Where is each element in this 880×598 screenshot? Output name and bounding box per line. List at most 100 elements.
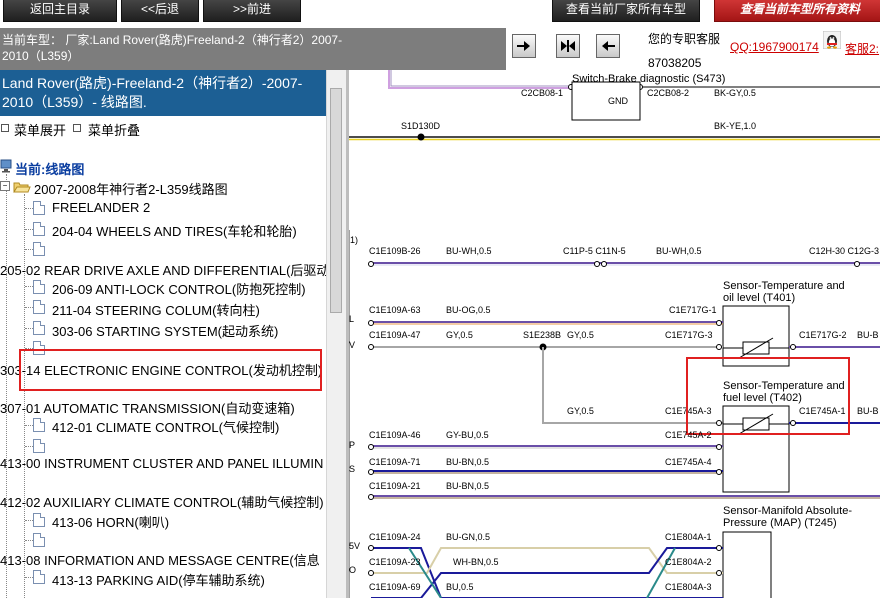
customer-service-label: 您的专职客服 [648, 32, 721, 46]
connector-pin [716, 320, 722, 326]
tree-item-label: 204-04 WHEELS AND TIRES(车轮和轮胎) [52, 224, 297, 239]
tree-item-13[interactable]: 412-02 AUXILIARY CLIMATE CONTROL(辅助气候控制) [0, 492, 324, 511]
connector-pin [368, 469, 374, 475]
document-icon [33, 280, 45, 294]
tree-item-3[interactable]: 205-02 REAR DRIVE AXLE AND DIFFERENTIAL(… [0, 260, 329, 279]
collapse-icon [73, 124, 81, 132]
view-current-model-docs-button[interactable]: 查看当前车型所有资料 [714, 0, 880, 22]
tree-item-label: 211-04 STEERING COLUM(转向柱) [52, 303, 260, 318]
connector-label: C1E109A-46 [369, 430, 421, 440]
splice-point [417, 133, 425, 141]
wire-label: BU-WH,0.5 [446, 246, 492, 256]
tree-item-9[interactable]: 307-01 AUTOMATIC TRANSMISSION(自动变速箱) [0, 398, 295, 417]
expand-icon [1, 124, 9, 132]
pin-label: P [349, 440, 355, 450]
tree-item-label: 206-09 ANTI-LOCK CONTROL(防抱死控制) [52, 282, 306, 297]
connector-pin [790, 344, 796, 350]
switch-brake-label: Switch-Brake diagnostic (S473) [572, 73, 725, 85]
connector-pin [716, 570, 722, 576]
highlight-box [19, 349, 322, 391]
wire-label: BU-BN,0.5 [446, 481, 489, 491]
document-icon [33, 418, 45, 432]
connector-label: C1E717G-1 [669, 305, 717, 315]
qq-penguin-icon[interactable] [823, 31, 841, 49]
pin-label: S [349, 464, 355, 474]
info-bar: 当前车型： 厂家:Land Rover(路虎)Freeland-2（神行者2）2… [0, 28, 880, 70]
wire-label: BU,0.5 [446, 582, 474, 592]
tree-item-label: 413-13 PARKING AID(停车辅助系统) [52, 573, 265, 588]
sensor-oil-label-1: Sensor-Temperature and [723, 280, 845, 292]
sidebar-header: Land Rover(路虎)-Freeland-2（神行者2）-2007- 20… [0, 70, 326, 116]
connector-label: C1E109A-24 [369, 532, 421, 542]
document-icon [33, 439, 45, 453]
document-icon [33, 222, 45, 236]
tree-folder[interactable]: 2007-2008年神行者2-L359线路图 [34, 179, 228, 198]
connector-pin [716, 420, 722, 426]
connector-pin [368, 261, 374, 267]
connector-label: C1E109A-23 [369, 557, 421, 567]
gnd-label: GND [608, 96, 629, 106]
sensor-oil-label-2: oil level (T401) [723, 292, 795, 304]
connector-label: C1E717G-2 [799, 330, 847, 340]
customer-service-2-link[interactable]: 客服2: [845, 40, 879, 57]
current-vehicle-line1: 当前车型： 厂家:Land Rover(路虎)Freeland-2（神行者2）2… [2, 33, 343, 47]
sensor-map-label-2: Pressure (MAP) (T245) [723, 517, 837, 529]
current-vehicle-bar: 当前车型： 厂家:Land Rover(路虎)Freeland-2（神行者2）2… [0, 28, 506, 70]
toolbar-button-2[interactable] [556, 34, 580, 58]
qq-link[interactable]: QQ:1967900174 [730, 40, 819, 54]
menu-expand-link[interactable]: 菜单展开 [14, 120, 66, 139]
connector-pin [716, 469, 722, 475]
wire [388, 70, 571, 89]
connector-pin [716, 344, 722, 350]
tree-connector [24, 194, 25, 598]
wire-label: GY-BU,0.5 [446, 430, 489, 440]
wire-label: BU-WH,0.5 [656, 246, 702, 256]
connector-label: C1E109B-26 [369, 246, 421, 256]
connector-label: C1E804A-1 [665, 532, 712, 542]
arrow-left-icon [602, 41, 615, 51]
phone-number: 87038205 [648, 56, 702, 70]
connector-pin [368, 494, 374, 500]
computer-icon [0, 159, 12, 173]
pin-label: V [349, 340, 355, 350]
toolbar-button-1[interactable] [512, 34, 536, 58]
wire-label: BU-BN,0.5 [446, 457, 489, 467]
tree-collapse-toggle[interactable]: − [0, 181, 10, 191]
view-manufacturer-models-button[interactable]: 查看当前厂家所有车型 [552, 0, 700, 22]
tree-connector [6, 174, 7, 598]
connector-pin [790, 420, 796, 426]
tree-item-12[interactable]: 413-00 INSTRUMENT CLUSTER AND PANEL ILLU… [0, 456, 323, 471]
tree-item-label: 413-06 HORN(喇叭) [52, 515, 170, 530]
connector-label: C2CB08-1 [521, 88, 563, 98]
connector-pin [594, 261, 600, 267]
toolbar-button-3[interactable] [596, 34, 620, 58]
menu-collapse-link[interactable]: 菜单折叠 [88, 120, 140, 139]
connector-pin [368, 320, 374, 326]
document-icon [33, 533, 45, 547]
connector-label: C1E109A-63 [369, 305, 421, 315]
forward-button[interactable]: >>前进 [203, 0, 301, 22]
document-icon [33, 242, 45, 256]
wire-label: GY,0.5 [446, 330, 473, 340]
folder-open-icon [13, 182, 31, 193]
tree-item-16[interactable]: 413-08 INFORMATION AND MESSAGE CENTRE(信息 [0, 550, 320, 569]
wire-label: BU-OG,0.5 [446, 305, 491, 315]
wire-label: WH-BN,0.5 [453, 557, 499, 567]
back-to-home-button[interactable]: 返回主目录 [3, 0, 117, 22]
connector-pin [368, 444, 374, 450]
wire-label: BK-GY,0.5 [714, 88, 756, 98]
back-button[interactable]: <<后退 [121, 0, 199, 22]
arrow-right-icon [517, 41, 530, 51]
connector-label: C1E717G-3 [665, 330, 713, 340]
connector-pin [716, 444, 722, 450]
current-node[interactable]: 当前:线路图 [15, 159, 84, 178]
document-icon [33, 321, 45, 335]
connector-pin [368, 344, 374, 350]
connector-pin [368, 545, 374, 551]
sidebar-scrollbar-thumb[interactable] [330, 88, 342, 313]
wire-label: BU-B [857, 406, 879, 416]
connector-pin [368, 570, 374, 576]
connector-label: C11P-5 C11N-5 [563, 246, 626, 256]
connector-label: C1E745A-1 [799, 406, 846, 416]
document-icon [33, 300, 45, 314]
